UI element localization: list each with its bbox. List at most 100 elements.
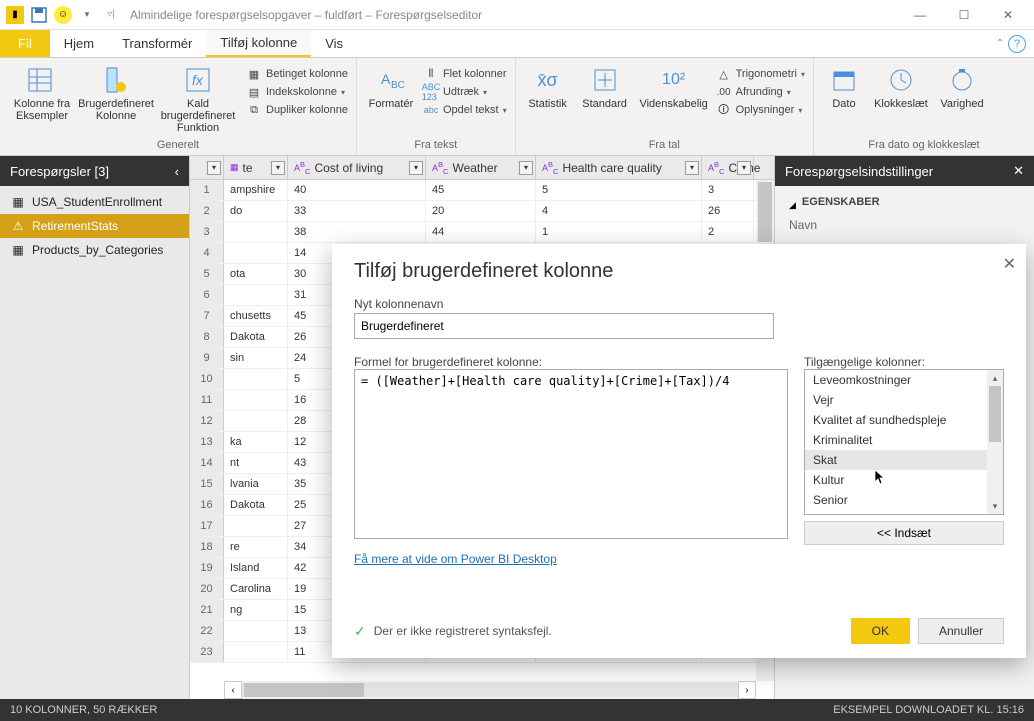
collapse-queries-icon[interactable]: ‹	[175, 164, 179, 179]
scroll-right-icon[interactable]: ›	[738, 681, 756, 699]
extract-button[interactable]: ABC123 Udtræk▾	[423, 84, 507, 100]
table-row[interactable]: 1ampshire404553	[190, 180, 774, 201]
available-column-item[interactable]: Vejr	[805, 390, 1003, 410]
column-dropdown-icon[interactable]: ▾	[271, 161, 285, 175]
horizontal-scrollbar[interactable]: ‹ ›	[224, 681, 756, 699]
help-icon[interactable]: ?	[1008, 35, 1026, 53]
cell[interactable]: Carolina	[224, 579, 288, 599]
cell[interactable]: nt	[224, 453, 288, 473]
column-header[interactable]: ABCCost of living▾	[288, 156, 426, 179]
feedback-icon[interactable]: ☺	[52, 4, 74, 26]
column-header[interactable]: ABCWeather▾	[426, 156, 536, 179]
query-item[interactable]: ▦Products_by_Categories	[0, 238, 189, 262]
column-header[interactable]: ABCCrime▾	[702, 156, 754, 179]
merge-columns-button[interactable]: ⫴ Flet kolonner	[423, 66, 507, 82]
table-row[interactable]: 3384412	[190, 222, 774, 243]
cell[interactable]: 2	[702, 222, 754, 242]
cell[interactable]: 26	[702, 201, 754, 221]
custom-column-button[interactable]: Brugerdefineret Kolonne	[82, 64, 150, 122]
insert-column-button[interactable]: << Indsæt	[804, 521, 1004, 545]
duplicate-column-button[interactable]: ⧉ Dupliker kolonne	[246, 102, 348, 118]
cell[interactable]: 38	[288, 222, 426, 242]
cell[interactable]: 5	[536, 180, 702, 200]
tab-home[interactable]: Hjem	[50, 30, 108, 57]
available-column-item[interactable]: Leveomkostninger	[805, 370, 1003, 390]
cell[interactable]: ng	[224, 600, 288, 620]
cell[interactable]: ota	[224, 264, 288, 284]
collapse-section-icon[interactable]: ◢	[789, 200, 796, 211]
formula-input[interactable]	[354, 369, 788, 539]
available-column-item[interactable]: Senior	[805, 490, 1003, 510]
statistics-button[interactable]: x̄σ Statistik	[524, 64, 572, 110]
scientific-button[interactable]: 10² Videnskabelig	[638, 64, 710, 110]
tab-view[interactable]: Vis	[311, 30, 357, 57]
trig-button[interactable]: △ Trigonometri▾	[716, 66, 805, 82]
cell[interactable]: ka	[224, 432, 288, 452]
cell[interactable]	[224, 411, 288, 431]
collapse-ribbon-icon[interactable]: ˆ	[998, 37, 1002, 51]
column-dropdown-icon[interactable]: ▾	[409, 161, 423, 175]
query-item[interactable]: ⚠RetirementStats	[0, 214, 189, 238]
scroll-down-icon[interactable]: ▾	[987, 498, 1003, 514]
cell[interactable]	[224, 516, 288, 536]
cell[interactable]: 20	[426, 201, 536, 221]
table-menu-icon[interactable]: ▾	[207, 161, 221, 175]
cell[interactable]: 1	[536, 222, 702, 242]
available-columns-list[interactable]: LeveomkostningerVejrKvalitet af sundheds…	[804, 369, 1004, 515]
cancel-button[interactable]: Annuller	[918, 618, 1004, 644]
parse-button[interactable]: abc Opdel tekst▾	[423, 102, 507, 118]
cell[interactable]: lvania	[224, 474, 288, 494]
column-header[interactable]: ▦te▾	[224, 156, 288, 179]
tab-file[interactable]: Fil	[0, 30, 50, 57]
info-button[interactable]: 🛈 Oplysninger▾	[716, 102, 805, 118]
available-column-item[interactable]: Skat	[805, 450, 1003, 470]
cell[interactable]: 33	[288, 201, 426, 221]
available-scrollbar[interactable]: ▴ ▾	[987, 370, 1003, 514]
invoke-function-button[interactable]: fx Kald brugerdefineret Funktion	[156, 64, 240, 134]
column-dropdown-icon[interactable]: ▾	[519, 161, 533, 175]
cell[interactable]: Dakota	[224, 327, 288, 347]
cell[interactable]: 44	[426, 222, 536, 242]
close-settings-icon[interactable]: ✕	[1013, 163, 1024, 179]
standard-button[interactable]: Standard	[578, 64, 632, 110]
duration-button[interactable]: Varighed	[936, 64, 988, 110]
close-button[interactable]: ✕	[986, 1, 1030, 29]
available-column-item[interactable]: Kriminalitet	[805, 430, 1003, 450]
scroll-up-icon[interactable]: ▴	[987, 370, 1003, 386]
hscroll-thumb[interactable]	[244, 683, 364, 697]
cell[interactable]: 3	[702, 180, 754, 200]
cell[interactable]	[224, 642, 288, 662]
cell[interactable]: 4	[536, 201, 702, 221]
rounding-button[interactable]: .00 Afrunding▾	[716, 84, 805, 100]
column-header[interactable]: ABCHealth care quality▾	[536, 156, 702, 179]
cell[interactable]: 40	[288, 180, 426, 200]
available-column-item[interactable]: Kultur	[805, 470, 1003, 490]
cell[interactable]: Dakota	[224, 495, 288, 515]
cell[interactable]: 45	[426, 180, 536, 200]
index-column-button[interactable]: ▤ Indekskolonne▾	[246, 84, 348, 100]
new-column-name-input[interactable]	[354, 313, 774, 339]
query-item[interactable]: ▦USA_StudentEnrollment	[0, 190, 189, 214]
cell[interactable]	[224, 621, 288, 641]
learn-more-link[interactable]: Få mere at vide om Power BI Desktop	[354, 552, 557, 566]
maximize-button[interactable]: ☐	[942, 1, 986, 29]
scroll-thumb[interactable]	[758, 182, 772, 242]
column-from-examples-button[interactable]: Kolonne fra Eksempler	[8, 64, 76, 122]
cell[interactable]: re	[224, 537, 288, 557]
save-icon[interactable]	[28, 4, 50, 26]
cell[interactable]: sin	[224, 348, 288, 368]
qat-dropdown-icon[interactable]: ▾	[76, 4, 98, 26]
column-dropdown-icon[interactable]: ▾	[685, 161, 699, 175]
cell[interactable]: chusetts	[224, 306, 288, 326]
cell[interactable]	[224, 243, 288, 263]
cell[interactable]: Island	[224, 558, 288, 578]
cell[interactable]	[224, 285, 288, 305]
minimize-button[interactable]: —	[898, 1, 942, 29]
column-dropdown-icon[interactable]: ▾	[737, 161, 751, 175]
table-row[interactable]: 2do3320426	[190, 201, 774, 222]
cell[interactable]: do	[224, 201, 288, 221]
dialog-close-icon[interactable]: ✕	[1003, 254, 1016, 274]
cell[interactable]	[224, 369, 288, 389]
available-scroll-thumb[interactable]	[989, 386, 1001, 442]
tab-add-column[interactable]: Tilføj kolonne	[206, 30, 311, 57]
